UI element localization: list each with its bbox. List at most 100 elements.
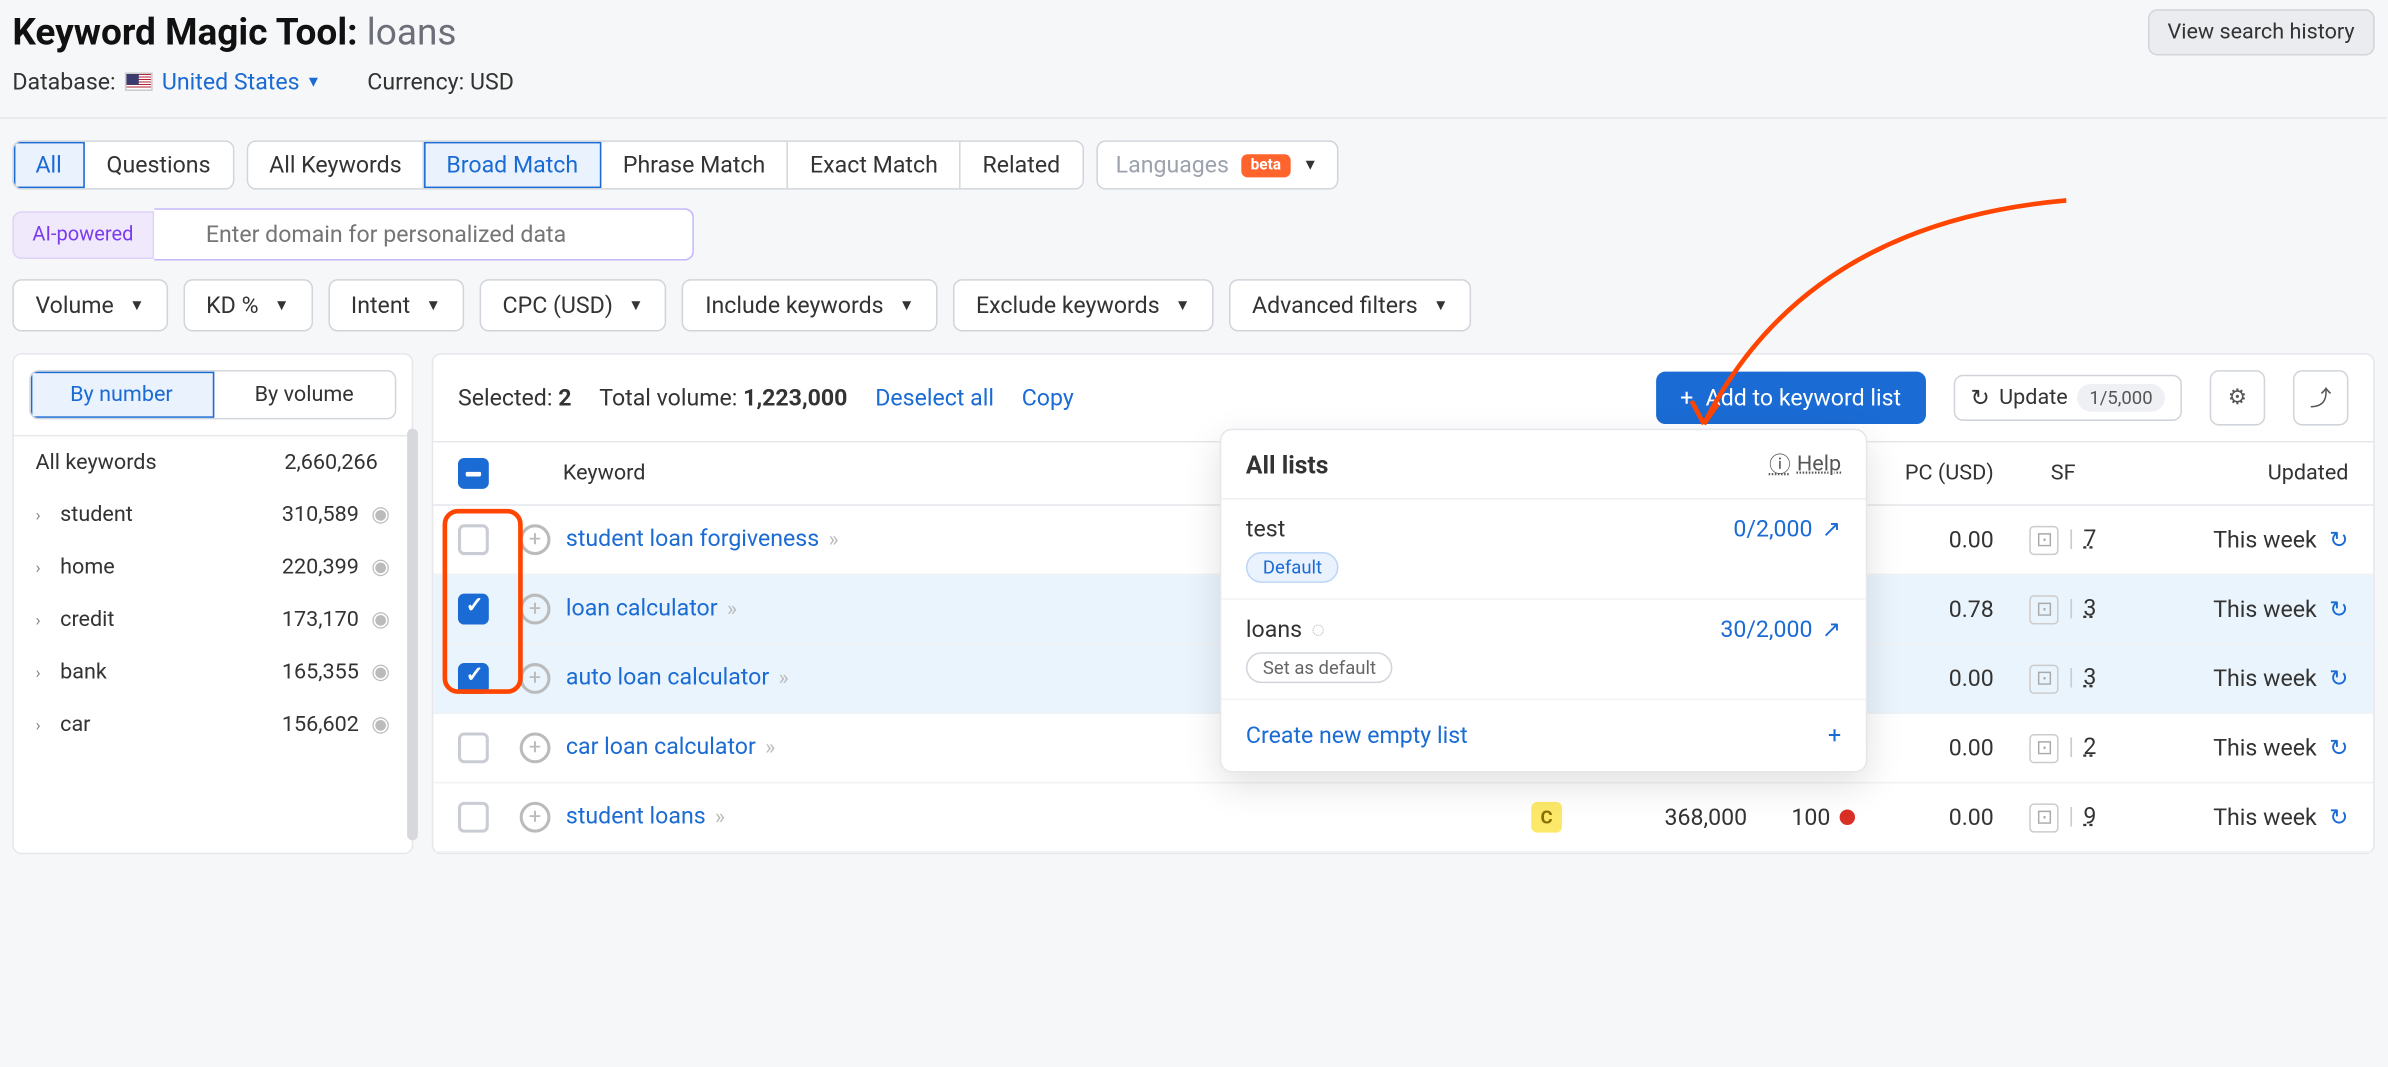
settings-button[interactable]: ⚙ [2210,370,2266,426]
cell-sf: ⊡|7 [1994,524,2133,555]
column-updated[interactable]: Updated [2133,461,2349,486]
sidebar-item-credit[interactable]: › credit 173,170 ◉ [14,594,412,646]
add-icon[interactable]: + [520,802,551,833]
cell-updated: This week↻ [2133,595,2349,623]
expand-icon[interactable]: » [778,666,788,691]
serp-icon[interactable]: ⊡ [2030,595,2059,624]
database-selector[interactable]: United States ▼ [162,68,321,96]
eye-icon[interactable]: ◉ [371,712,390,737]
expand-icon[interactable]: » [828,527,838,552]
chevron-right-icon: › [35,662,60,682]
add-icon[interactable]: + [520,663,551,694]
cell-updated: This week↻ [2133,734,2349,762]
eye-icon[interactable]: ◉ [371,555,390,580]
tab-exact-match[interactable]: Exact Match [788,142,961,188]
keyword-link[interactable]: auto loan calculator [566,663,769,691]
keyword-link[interactable]: student loans [566,802,706,830]
filter-cpc[interactable]: CPC (USD)▼ [479,279,666,331]
set-default-tag[interactable]: Set as default [1246,652,1393,683]
list-item-test[interactable]: test 0/2,000↗ Default [1221,500,1866,600]
row-checkbox[interactable] [458,663,489,694]
popup-title: All lists [1246,449,1329,478]
refresh-icon[interactable]: ↻ [2329,595,2348,623]
chevron-down-icon: ▼ [628,297,643,314]
column-cpc[interactable]: PC (USD) [1855,461,1994,486]
add-to-keyword-list-button[interactable]: + Add to keyword list [1656,372,1926,424]
serp-icon[interactable]: ⊡ [2030,803,2059,832]
expand-icon[interactable]: » [727,597,737,622]
tab-by-volume[interactable]: By volume [214,372,395,418]
help-link[interactable]: ⓘHelp [1769,449,1841,480]
external-link-icon[interactable]: ↗ [1822,515,1841,543]
cell-updated: This week↻ [2133,526,2349,554]
filter-include-keywords[interactable]: Include keywords▼ [682,279,937,331]
sidebar-all-keywords[interactable]: All keywords 2,660,266 [14,436,412,488]
row-checkbox[interactable] [458,802,489,833]
deselect-all-link[interactable]: Deselect all [875,384,994,412]
tab-all[interactable]: All [14,142,85,188]
filter-volume[interactable]: Volume▼ [12,279,167,331]
refresh-icon[interactable]: ↻ [2329,803,2348,831]
cell-cpc: 0.00 [1855,665,1994,693]
tab-phrase-match[interactable]: Phrase Match [601,142,788,188]
cell-volume: 368,000 [1593,803,1747,831]
row-checkbox[interactable] [458,732,489,763]
eye-icon[interactable]: ◉ [371,660,390,685]
sidebar-item-car[interactable]: › car 156,602 ◉ [14,699,412,751]
scrollbar[interactable] [407,429,418,841]
flag-us-icon [125,72,153,91]
view-history-button[interactable]: View search history [2147,9,2374,55]
tab-by-number[interactable]: By number [31,372,214,418]
expand-icon[interactable]: » [765,736,775,761]
filter-kd[interactable]: KD %▼ [183,279,312,331]
refresh-icon[interactable]: ↻ [2329,665,2348,693]
sidebar-item-bank[interactable]: › bank 165,355 ◉ [14,646,412,698]
page-title: Keyword Magic Tool: loans [12,11,456,54]
refresh-icon[interactable]: ↻ [2329,734,2348,762]
filter-intent[interactable]: Intent▼ [328,279,464,331]
loading-icon: ◌ [1311,615,1325,643]
external-link-icon[interactable]: ↗ [1822,615,1841,643]
tab-related[interactable]: Related [961,142,1082,188]
serp-icon[interactable]: ⊡ [2030,665,2059,694]
chevron-down-icon: ▼ [899,297,914,314]
list-item-loans[interactable]: loans◌ 30/2,000↗ Set as default [1221,600,1866,700]
column-sf[interactable]: SF [1994,461,2133,486]
keyword-link[interactable]: student loan forgiveness [566,524,819,552]
sidebar: By number By volume All keywords 2,660,2… [12,353,413,854]
chevron-down-icon: ▼ [1433,297,1448,314]
cell-sf: ⊡|9 [1994,802,2133,833]
row-checkbox[interactable] [458,594,489,625]
chevron-right-icon: › [35,610,60,630]
eye-icon[interactable]: ◉ [371,503,390,528]
serp-icon[interactable]: ⊡ [2030,734,2059,763]
copy-link[interactable]: Copy [1022,384,1074,412]
create-new-list-link[interactable]: Create new empty list + [1221,700,1866,771]
serp-icon[interactable]: ⊡ [2030,526,2059,555]
select-all-checkbox[interactable] [458,458,489,489]
eye-icon[interactable]: ◉ [371,608,390,633]
add-icon[interactable]: + [520,594,551,625]
add-icon[interactable]: + [520,732,551,763]
tab-broad-match[interactable]: Broad Match [425,142,601,188]
expand-icon[interactable]: » [715,805,725,830]
sidebar-item-student[interactable]: › student 310,589 ◉ [14,489,412,541]
row-checkbox[interactable] [458,524,489,555]
filter-advanced[interactable]: Advanced filters▼ [1229,279,1472,331]
tab-all-keywords[interactable]: All Keywords [248,142,425,188]
export-button[interactable]: ⤴ [2293,370,2349,426]
refresh-icon: ↻ [1971,384,1990,412]
add-icon[interactable]: + [520,524,551,555]
database-label: Database: [12,68,115,96]
type-segment: All Questions [12,140,233,189]
sidebar-item-home[interactable]: › home 220,399 ◉ [14,541,412,593]
tab-questions[interactable]: Questions [85,142,232,188]
cell-sf: ⊡|3 [1994,663,2133,694]
keyword-link[interactable]: loan calculator [566,594,718,622]
refresh-icon[interactable]: ↻ [2329,526,2348,554]
keyword-link[interactable]: car loan calculator [566,732,756,760]
filter-exclude-keywords[interactable]: Exclude keywords▼ [953,279,1214,331]
update-button[interactable]: ↻ Update 1/5,000 [1954,375,2182,421]
languages-dropdown[interactable]: Languages beta ▼ [1096,140,1338,189]
domain-input[interactable] [153,208,693,260]
